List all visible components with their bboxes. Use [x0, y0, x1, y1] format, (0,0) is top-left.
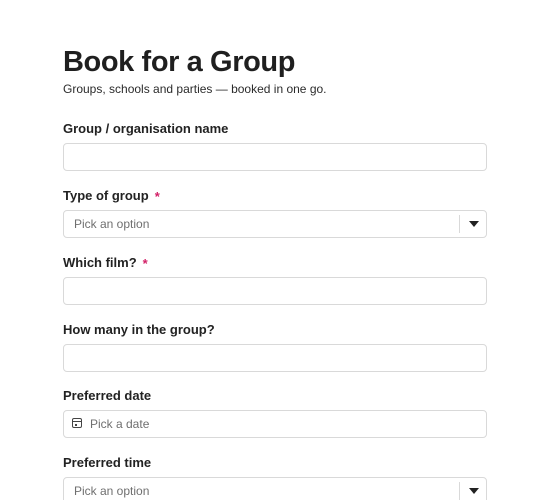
select-divider	[459, 215, 460, 233]
group-type-field: Type of group * Pick an option	[63, 188, 487, 238]
film-label-text: Which film?	[63, 255, 137, 270]
group-type-label: Type of group *	[63, 188, 487, 204]
preferred-date-label-text: Preferred date	[63, 388, 152, 403]
group-name-label-text: Group / organisation name	[63, 121, 229, 136]
required-asterisk: *	[142, 255, 148, 271]
preferred-time-label: Preferred time	[63, 455, 487, 471]
required-asterisk: *	[154, 188, 160, 204]
page-subtitle: Groups, schools and parties — booked in …	[63, 82, 327, 96]
film-field: Which film? *	[63, 255, 487, 305]
group-type-select[interactable]: Pick an option	[63, 210, 487, 238]
preferred-date-label: Preferred date	[63, 388, 487, 404]
group-size-input[interactable]	[63, 344, 487, 372]
group-name-label: Group / organisation name	[63, 121, 487, 137]
select-divider	[459, 482, 460, 500]
group-type-placeholder: Pick an option	[74, 217, 150, 231]
film-input[interactable]	[63, 277, 487, 305]
preferred-date-field: Preferred date Pick a date	[63, 388, 487, 438]
chevron-down-icon[interactable]	[469, 488, 479, 494]
preferred-date-picker[interactable]: Pick a date	[63, 410, 487, 438]
group-name-field: Group / organisation name	[63, 121, 487, 171]
page-title: Book for a Group	[63, 46, 296, 78]
calendar-icon[interactable]	[72, 418, 82, 428]
group-type-label-text: Type of group	[63, 188, 149, 203]
preferred-time-label-text: Preferred time	[63, 455, 152, 470]
preferred-time-placeholder: Pick an option	[74, 484, 150, 498]
group-name-input[interactable]	[63, 143, 487, 171]
group-size-label: How many in the group?	[63, 322, 487, 338]
preferred-date-placeholder: Pick a date	[90, 417, 150, 431]
group-size-label-text: How many in the group?	[63, 322, 215, 337]
chevron-down-icon[interactable]	[469, 221, 479, 227]
preferred-time-field: Preferred time Pick an option	[63, 455, 487, 500]
preferred-time-select[interactable]: Pick an option	[63, 477, 487, 500]
booking-page: Book for a Group Groups, schools and par…	[0, 0, 550, 500]
group-size-field: How many in the group?	[63, 322, 487, 372]
group-booking-form: Book for a Group Groups, schools and par…	[63, 44, 487, 500]
film-label: Which film? *	[63, 255, 487, 271]
